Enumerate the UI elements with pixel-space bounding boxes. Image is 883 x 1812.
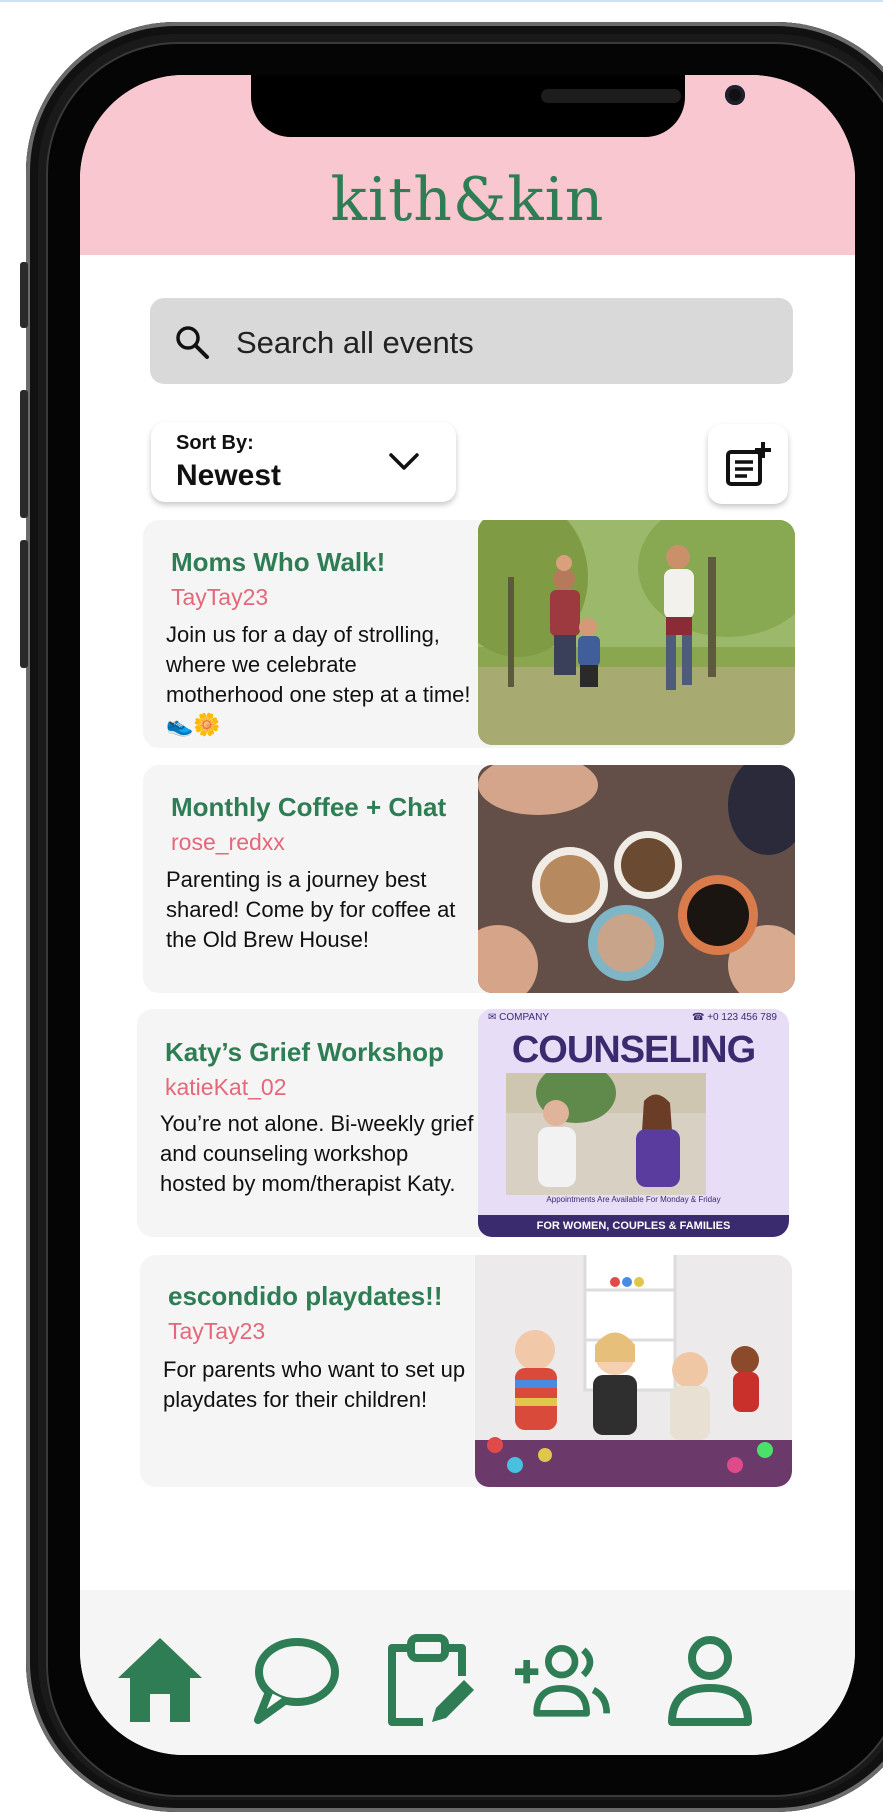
poster-phone: ☎ +0 123 456 789	[691, 1012, 777, 1023]
event-host[interactable]: TayTay23	[171, 584, 268, 611]
phone-volume-up	[20, 390, 28, 518]
event-description: You’re not alone. Bi-weekly grief and co…	[160, 1111, 474, 1196]
profile-icon[interactable]	[660, 1630, 760, 1730]
app-header: kith&kin	[80, 75, 855, 255]
poster-headline: COUNSELING	[511, 1029, 756, 1071]
event-host[interactable]: katieKat_02	[165, 1074, 286, 1101]
speaker-grille	[541, 89, 681, 103]
sort-label: Sort By:	[176, 432, 254, 454]
front-camera	[725, 85, 745, 105]
event-title: Moms Who Walk!	[171, 547, 386, 577]
bottom-nav	[80, 1590, 855, 1755]
poster-footer: FOR WOMEN, COUPLES & FAMILIES	[478, 1215, 789, 1237]
event-title: Katy’s Grief Workshop	[165, 1037, 444, 1067]
event-card[interactable]: Monthly Coffee + Chat rose_redxx Parenti…	[143, 765, 795, 993]
poster-note: Appointments Are Available For Monday & …	[546, 1195, 721, 1204]
chat-icon[interactable]	[244, 1630, 344, 1730]
top-border	[0, 0, 883, 2]
event-poster-counseling: ✉ COMPANY ☎ +0 123 456 789 COUNSELING Ap…	[478, 1009, 789, 1237]
poster-company: ✉ COMPANY	[488, 1012, 549, 1023]
event-card[interactable]: escondido playdates!! TayTay23 For paren…	[140, 1255, 792, 1487]
event-photo-coffee-cups	[478, 765, 795, 993]
phone-volume-down	[20, 540, 28, 668]
event-host[interactable]: rose_redxx	[171, 829, 285, 856]
clipboard-edit-icon[interactable]	[378, 1630, 478, 1730]
event-card[interactable]: Moms Who Walk! TayTay23 Join us for a da…	[143, 520, 795, 748]
phone-notch	[251, 75, 745, 137]
add-friends-icon[interactable]	[510, 1630, 610, 1730]
event-description: Parenting is a journey best shared! Come…	[166, 867, 456, 952]
event-photo-kids-playing	[475, 1255, 792, 1487]
app-screen: kith&kin Search all events Sort By: Newe…	[80, 75, 855, 1755]
app-logo: kith&kin	[330, 165, 605, 235]
event-host[interactable]: TayTay23	[168, 1318, 265, 1345]
search-icon	[176, 326, 209, 359]
event-title: Monthly Coffee + Chat	[171, 792, 447, 822]
event-description: For parents who want to set up playdates…	[163, 1357, 466, 1412]
event-description: Join us for a day of strolling, where we…	[166, 622, 471, 737]
add-note-icon	[726, 442, 771, 486]
event-photo-family-walk	[478, 520, 795, 745]
home-icon[interactable]	[110, 1630, 210, 1730]
chevron-down-icon	[389, 453, 419, 470]
sort-dropdown[interactable]: Sort By: Newest	[151, 422, 456, 502]
event-card[interactable]: Katy’s Grief Workshop katieKat_02 You’re…	[137, 1009, 789, 1237]
search-bar[interactable]: Search all events	[150, 298, 793, 384]
add-event-button[interactable]	[708, 424, 788, 504]
phone-mute-switch	[20, 262, 28, 328]
search-input[interactable]: Search all events	[236, 325, 474, 361]
poster-photo	[506, 1073, 706, 1195]
event-title: escondido playdates!!	[168, 1281, 443, 1311]
sort-value: Newest	[176, 459, 282, 492]
